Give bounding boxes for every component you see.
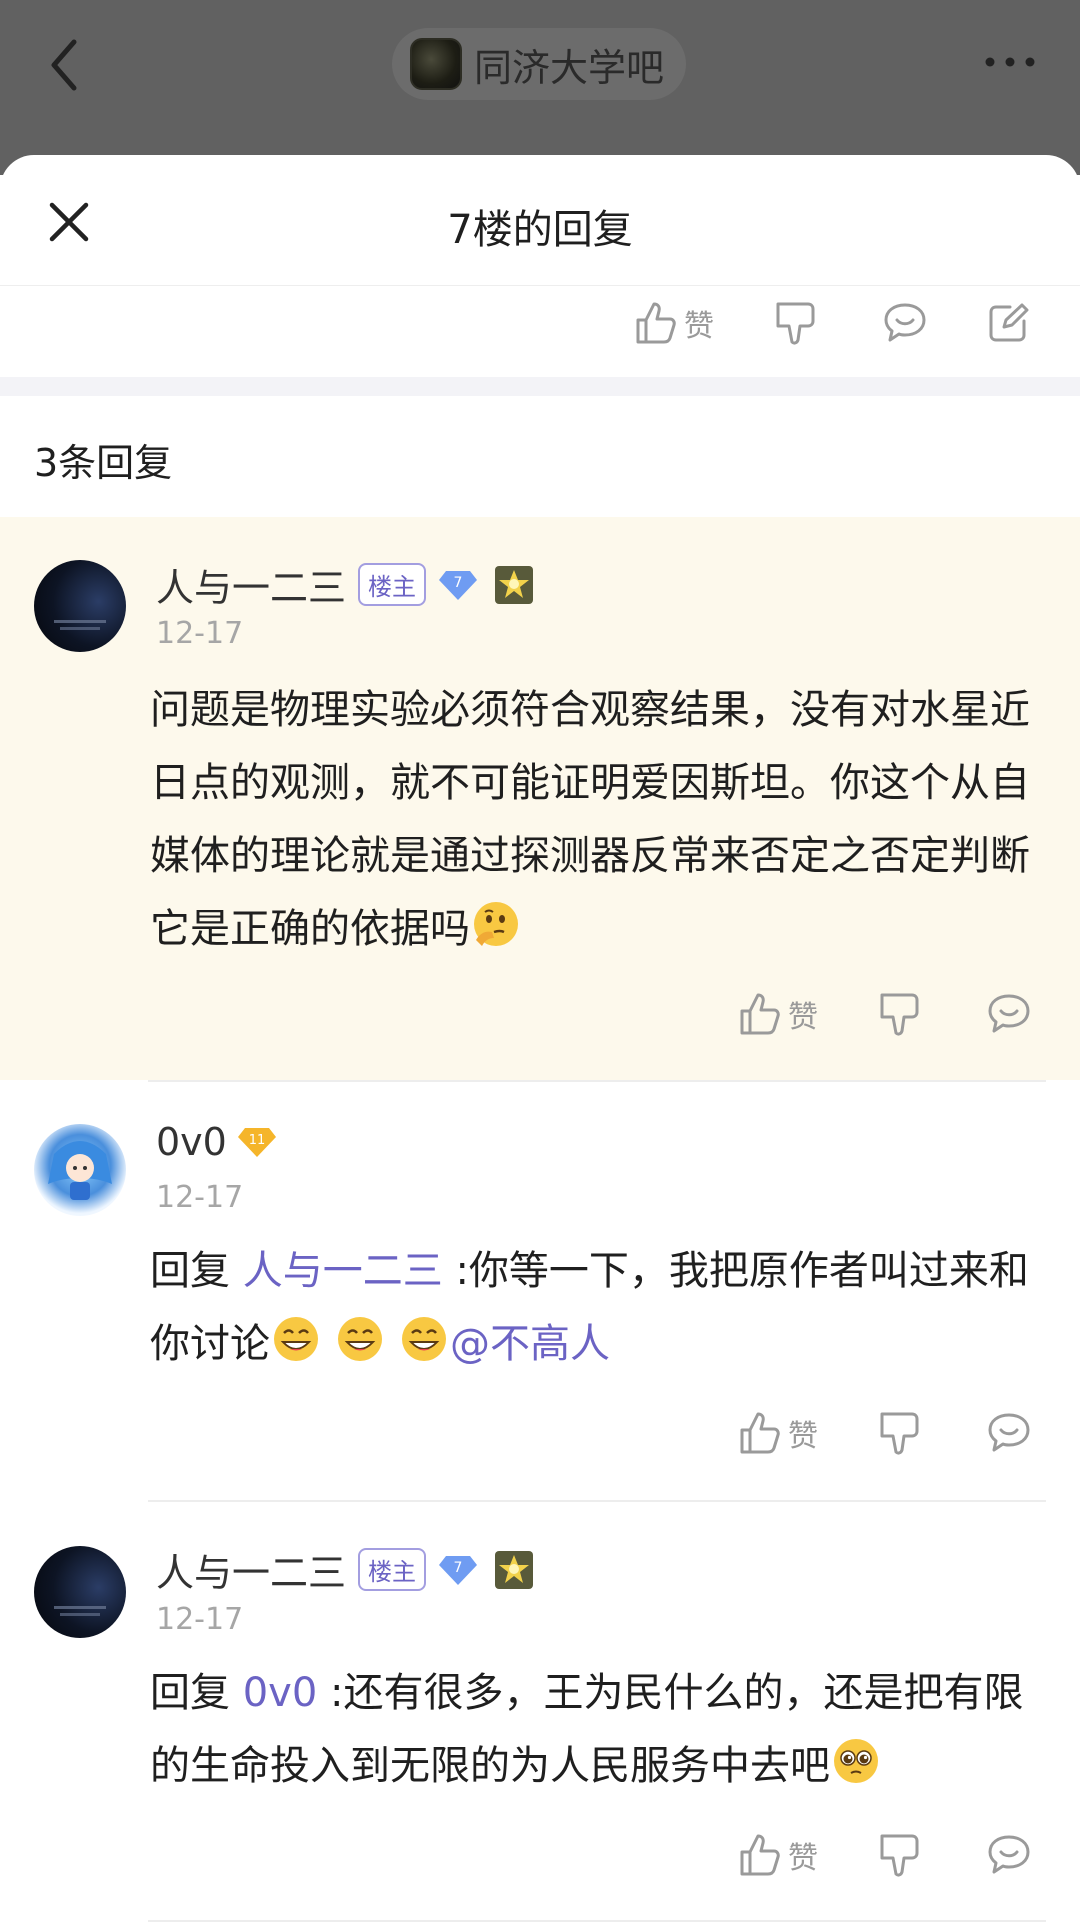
comment-icon — [988, 1413, 1030, 1452]
comment-icon — [988, 994, 1030, 1033]
dislike-button[interactable] — [878, 1410, 922, 1456]
comment-text: 回复 0v0 :还有很多，王为民什么的，还是把有限的生命投入到无限的为人民服务中… — [150, 1657, 1050, 1803]
forum-logo — [410, 38, 462, 90]
like-label: 赞 — [788, 1841, 818, 1876]
more-dots-icon[interactable] — [980, 40, 1040, 84]
section-divider — [0, 377, 1080, 396]
divider — [148, 1920, 1046, 1922]
dislike-button[interactable] — [878, 1832, 922, 1878]
comment-date: 12-17 — [156, 1180, 244, 1215]
comment-item: 0v0 11 12-17 回复 人与一二三 :你等一下，我把原作者叫过来和你讨论 — [0, 1082, 1080, 1500]
reply-prefix: 回复 — [150, 1670, 230, 1716]
comment-date: 12-17 — [156, 616, 244, 651]
comment-actions: 赞 — [738, 991, 1032, 1037]
username-row: 0v0 11 — [156, 1120, 277, 1164]
thumb-up-icon — [740, 1412, 780, 1454]
like-button[interactable]: 赞 — [738, 991, 818, 1037]
thumb-down-icon — [880, 993, 919, 1036]
like-label: 赞 — [684, 309, 714, 344]
like-button[interactable]: 赞 — [634, 300, 714, 346]
edit-share-icon — [989, 303, 1029, 342]
svg-text:7: 7 — [454, 575, 463, 591]
reply-prefix: 回复 — [150, 1248, 230, 1294]
grin-face-icon — [338, 1317, 382, 1361]
comment-icon — [884, 303, 926, 342]
thumb-down-icon — [776, 302, 815, 345]
username-row: 人与一二三 楼主 7 — [156, 1542, 534, 1597]
top-bar: 同济大学吧 — [0, 0, 1080, 175]
grin-face-icon — [274, 1317, 318, 1361]
medal-icon — [495, 565, 534, 604]
comment-button[interactable] — [986, 1411, 1032, 1455]
medal-icon — [495, 1550, 534, 1589]
level-gem-icon: 11 — [237, 1128, 276, 1157]
username[interactable]: 0v0 — [156, 1120, 227, 1164]
avatar-image — [48, 1141, 112, 1200]
like-label: 赞 — [788, 1000, 818, 1035]
level-gem-icon: 7 — [439, 1555, 478, 1585]
comment-text: 问题是物理实验必须符合观察结果，没有对水星近日点的观测，就不可能证明爱因斯坦。你… — [150, 674, 1050, 966]
sheet-title: 7楼的回复 — [447, 207, 633, 253]
thinking-face-icon — [474, 902, 518, 946]
thumb-up-icon — [636, 302, 676, 344]
sheet-header: 7楼的回复 — [0, 155, 1080, 286]
chevron-left-icon[interactable] — [40, 30, 90, 100]
svg-text:7: 7 — [454, 1560, 463, 1576]
mention-link[interactable]: @不高人 — [450, 1321, 610, 1367]
post-actions: 赞 — [634, 300, 1030, 346]
thumb-down-icon — [880, 1834, 919, 1877]
avatar-image — [54, 1606, 106, 1616]
comment-button[interactable] — [882, 301, 928, 345]
comment-actions: 赞 — [738, 1410, 1032, 1456]
like-label: 赞 — [788, 1419, 818, 1454]
comment-actions: 赞 — [738, 1832, 1032, 1878]
owner-badge: 楼主 — [358, 1548, 427, 1591]
reply-to-user-link[interactable]: 0v0 — [243, 1670, 318, 1716]
comment-button[interactable] — [986, 992, 1032, 1036]
owner-badge: 楼主 — [358, 563, 427, 606]
thumb-up-icon — [740, 993, 780, 1035]
thumb-down-icon — [880, 1412, 919, 1455]
comment-item: 人与一二三 楼主 7 12-17 问题是物理实验必须符合观察结果，没有对水星近日… — [0, 517, 1080, 1080]
level-gem-icon: 7 — [439, 570, 478, 600]
comment-item: 人与一二三 楼主 7 12-17 回复 0v0 :还有很多，王为民什么的，还是把… — [0, 1502, 1080, 1924]
username[interactable]: 人与一二三 — [156, 1542, 346, 1597]
username[interactable]: 人与一二三 — [156, 557, 346, 612]
dislike-button[interactable] — [878, 991, 922, 1037]
dislike-button[interactable] — [774, 300, 818, 346]
reply-to-user-link[interactable]: 人与一二三 — [243, 1248, 443, 1294]
thumb-up-icon — [740, 1834, 780, 1876]
pleading-face-icon — [834, 1739, 878, 1783]
svg-text:11: 11 — [249, 1133, 266, 1148]
avatar[interactable] — [34, 1124, 126, 1216]
avatar-image — [54, 620, 106, 630]
avatar[interactable] — [34, 1546, 126, 1638]
like-button[interactable]: 赞 — [738, 1832, 818, 1878]
comment-date: 12-17 — [156, 1602, 244, 1637]
comment-button[interactable] — [986, 1833, 1032, 1877]
comment-text: 回复 人与一二三 :你等一下，我把原作者叫过来和你讨论 @不高人 — [150, 1235, 1050, 1381]
reply-count: 3条回复 — [34, 441, 173, 485]
share-button[interactable] — [986, 301, 1030, 345]
grin-face-icon — [402, 1317, 446, 1361]
comment-body: 问题是物理实验必须符合观察结果，没有对水星近日点的观测，就不可能证明爱因斯坦。你… — [150, 687, 1030, 952]
forum-pill[interactable]: 同济大学吧 — [392, 28, 686, 100]
like-button[interactable]: 赞 — [738, 1410, 818, 1456]
avatar[interactable] — [34, 560, 126, 652]
comment-icon — [988, 1835, 1030, 1874]
username-row: 人与一二三 楼主 7 — [156, 557, 534, 612]
forum-name: 同济大学吧 — [474, 45, 665, 90]
